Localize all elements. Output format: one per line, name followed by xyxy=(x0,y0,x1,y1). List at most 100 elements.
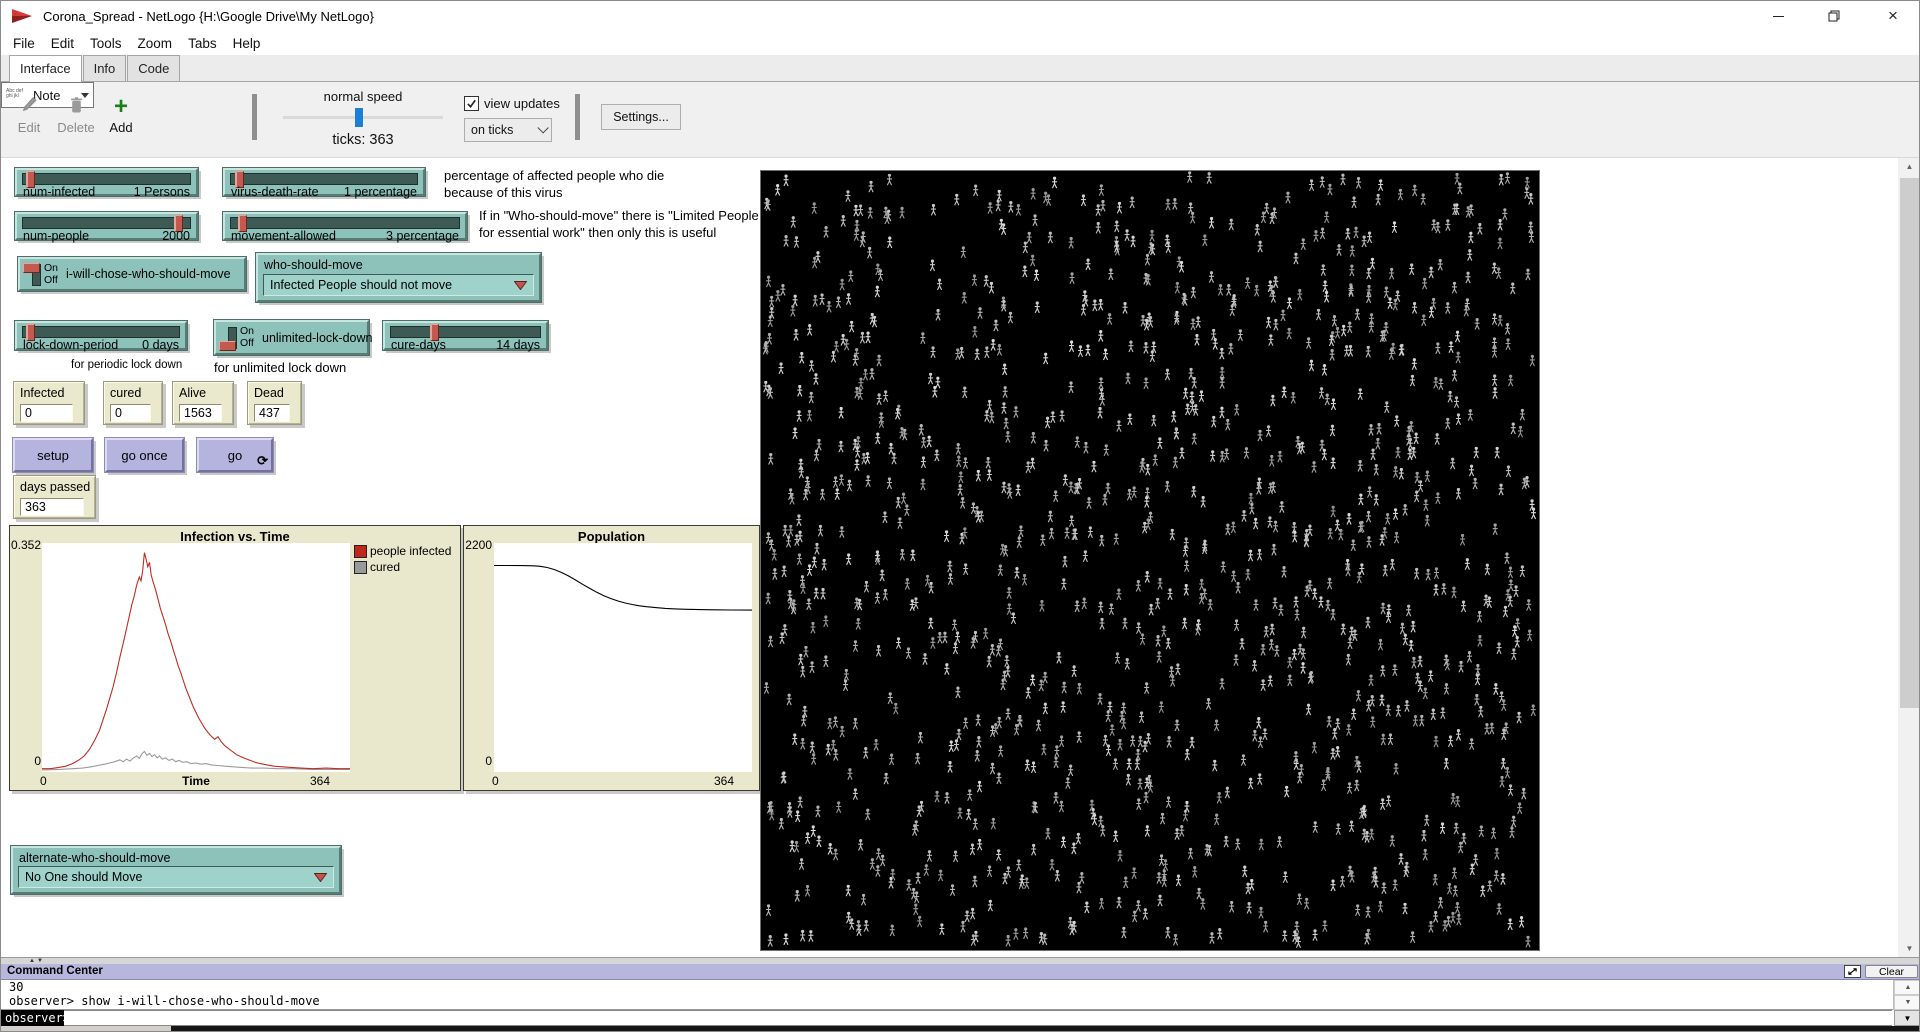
speed-slider-thumb[interactable] xyxy=(355,108,363,127)
switch-handle[interactable] xyxy=(23,263,40,273)
note-death-rate: percentage of affected people who diebec… xyxy=(444,167,664,201)
monitor-label: Alive xyxy=(179,386,206,400)
menu-tools[interactable]: Tools xyxy=(82,34,130,53)
netlogo-window: Corona_Spread - NetLogo {H:\Google Drive… xyxy=(0,0,1920,1032)
slider-track xyxy=(230,217,460,229)
menu-tabs[interactable]: Tabs xyxy=(180,34,225,53)
chooser-alternate-who-should-move[interactable]: alternate-who-should-move No One should … xyxy=(11,846,341,894)
slider-value: 1 Persons xyxy=(134,185,190,199)
legend-cured: cured xyxy=(354,560,400,574)
add-widget-button[interactable]: + Add xyxy=(103,96,139,144)
ticks-counter: ticks: 363 xyxy=(283,132,443,148)
minimize-button[interactable] xyxy=(1753,1,1803,31)
output-line: observer> show i-will-chose-who-should-m… xyxy=(9,994,1893,1008)
settings-label: Settings... xyxy=(613,110,669,124)
command-output[interactable]: 30 observer> show i-will-chose-who-shoul… xyxy=(1,980,1893,1010)
tab-info[interactable]: Info xyxy=(83,55,127,81)
switch-i-will-chose-who-should-move[interactable]: On Off i-will-chose-who-should-move xyxy=(18,257,246,291)
slider-track xyxy=(230,173,418,185)
menu-bar: File Edit Tools Zoom Tabs Help xyxy=(1,31,1920,55)
legend-swatch-gray xyxy=(354,561,367,574)
restore-button[interactable] xyxy=(1809,1,1859,31)
slider-num-infected[interactable]: num-infected1 Persons xyxy=(15,168,198,196)
output-scroll-up-icon[interactable]: ▲ xyxy=(1894,980,1920,995)
delete-widget-button[interactable]: Delete xyxy=(53,96,99,144)
setup-button[interactable]: setup xyxy=(13,438,93,472)
monitor-cured: cured 0 xyxy=(103,381,163,425)
view-updates-label: view updates xyxy=(484,96,560,111)
view-updates-group: view updates xyxy=(464,94,560,112)
monitor-value: 1563 xyxy=(179,404,222,422)
tab-code[interactable]: Code xyxy=(127,55,180,81)
monitor-days-passed: days passed 363 xyxy=(13,475,96,519)
slider-movement-allowed[interactable]: movement-allowed 3 percentage xyxy=(223,212,467,240)
world-agents-canvas xyxy=(761,171,1539,950)
legend-label: people infected xyxy=(370,544,451,558)
chooser-who-should-move[interactable]: who-should-move Infected People should n… xyxy=(256,253,541,302)
command-center-splitter[interactable]: ▲▼ xyxy=(1,957,1920,964)
x-min-label: 0 xyxy=(492,774,499,788)
settings-button[interactable]: Settings... xyxy=(601,104,681,130)
slider-name: movement-allowed xyxy=(231,229,336,243)
slider-track xyxy=(22,326,180,338)
edit-widget-button[interactable]: Edit xyxy=(11,96,47,144)
minimize-icon xyxy=(1773,16,1784,17)
slider-value: 3 percentage xyxy=(386,229,459,243)
monitor-value: 0 xyxy=(110,404,151,422)
forever-icon: ⟳ xyxy=(257,453,268,469)
restore-icon xyxy=(1828,10,1840,22)
toolbar-separator xyxy=(575,94,580,140)
command-input[interactable] xyxy=(64,1010,1892,1026)
slider-value: 14 days xyxy=(496,338,540,352)
scroll-up-icon[interactable]: ▲ xyxy=(1898,158,1920,175)
button-label: go xyxy=(228,448,242,463)
chooser-name: who-should-move xyxy=(264,258,363,272)
scroll-down-icon[interactable]: ▼ xyxy=(1898,940,1920,957)
note-periodic-lockdown: for periodic lock down xyxy=(71,357,182,374)
switch-unlimited-lock-down[interactable]: On Off unlimited-lock-down xyxy=(214,320,369,355)
speed-label: normal speed xyxy=(324,89,403,104)
slider-cure-days[interactable]: cure-days14 days xyxy=(383,321,548,350)
x-max-label: 364 xyxy=(714,774,754,788)
output-scroll-down-icon[interactable]: ▼ xyxy=(1894,995,1920,1010)
slider-lock-down-period[interactable]: lock-down-period0 days xyxy=(15,321,187,350)
speed-slider-track[interactable] xyxy=(283,116,443,119)
expand-icon xyxy=(1847,967,1858,976)
switch-handle[interactable] xyxy=(219,341,236,351)
expand-command-center-button[interactable] xyxy=(1844,965,1861,978)
output-scrollbar[interactable]: ▲ ▼ xyxy=(1893,980,1920,1010)
world-view[interactable] xyxy=(760,170,1540,951)
close-button[interactable]: × xyxy=(1865,1,1920,31)
clear-button[interactable]: Clear xyxy=(1865,965,1918,978)
bottom-scrollbar[interactable] xyxy=(1,1026,1920,1032)
go-once-button[interactable]: go once xyxy=(105,438,184,472)
check-icon xyxy=(466,98,477,109)
dropdown-arrow-icon: ▼ xyxy=(1904,1014,1912,1023)
tab-bar: Interface Info Code xyxy=(1,55,1920,82)
go-button[interactable]: go ⟳ xyxy=(197,438,273,472)
menu-file[interactable]: File xyxy=(5,34,43,53)
legend-label: cured xyxy=(370,560,400,574)
view-updates-checkbox[interactable] xyxy=(464,96,479,111)
menu-zoom[interactable]: Zoom xyxy=(130,34,181,53)
monitor-label: Infected xyxy=(20,386,64,400)
agent-type-dropdown[interactable]: ▼ xyxy=(1894,1010,1920,1026)
slider-track xyxy=(22,173,191,185)
main-vertical-scrollbar[interactable]: ▲ ▼ xyxy=(1898,158,1920,957)
update-mode-dropdown[interactable]: on ticks xyxy=(464,118,552,142)
plot-title: Population xyxy=(464,529,759,544)
slider-num-people[interactable]: num-people2000 xyxy=(15,212,198,240)
note-movement: If in "Who-should-move" there is "Limite… xyxy=(479,207,759,241)
output-line: 30 xyxy=(9,980,1893,994)
chevron-down-icon xyxy=(537,122,548,133)
slider-virus-death-rate[interactable]: virus-death-rate1 percentage xyxy=(223,168,425,196)
tab-interface[interactable]: Interface xyxy=(9,55,82,82)
chooser-select[interactable]: No One should Move xyxy=(18,866,334,888)
menu-edit[interactable]: Edit xyxy=(43,34,82,53)
menu-help[interactable]: Help xyxy=(225,34,269,53)
switch-name: unlimited-lock-down xyxy=(262,322,372,353)
slider-name: lock-down-period xyxy=(23,338,118,352)
edit-label: Edit xyxy=(18,120,40,135)
chooser-select[interactable]: Infected People should not move xyxy=(263,274,534,296)
scrollbar-thumb[interactable] xyxy=(1900,178,1919,708)
